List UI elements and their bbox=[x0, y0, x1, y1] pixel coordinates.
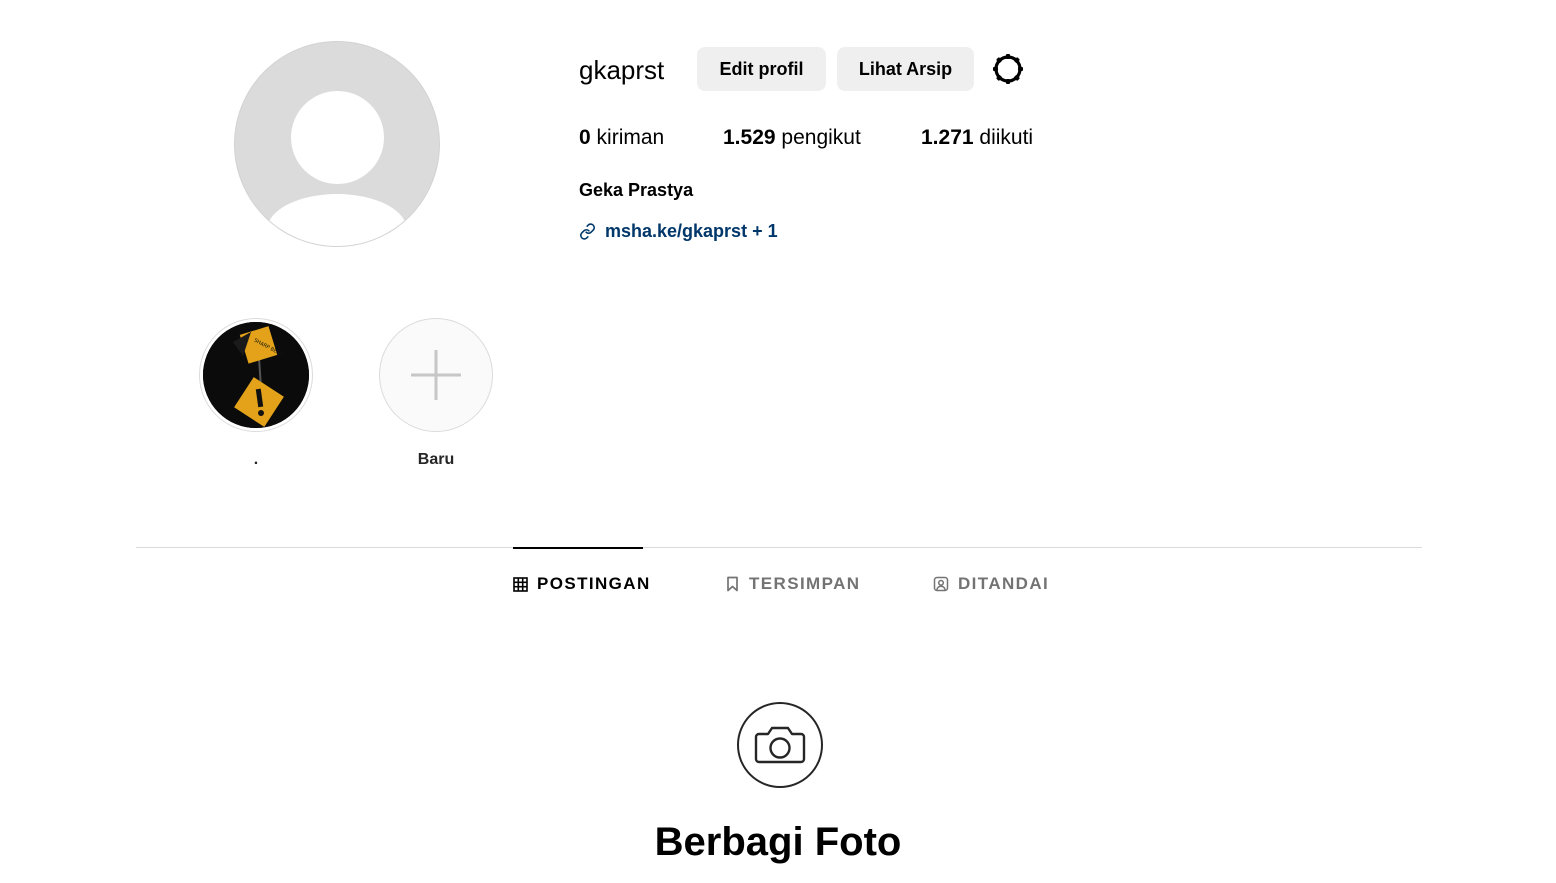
new-highlight-label: Baru bbox=[417, 451, 455, 468]
link-icon bbox=[580, 222, 595, 240]
active-tab-indicator bbox=[513, 547, 643, 549]
tab-tagged-label: DITANDAI bbox=[958, 574, 1050, 593]
tab-posts[interactable]: POSTINGAN bbox=[513, 572, 651, 596]
profile-link[interactable]: msha.ke/gkaprst + 1 bbox=[579, 218, 778, 244]
profile-link-text: msha.ke/gkaprst + 1 bbox=[605, 221, 778, 241]
edit-profile-button[interactable]: Edit profil bbox=[697, 47, 826, 91]
plus-icon bbox=[411, 350, 461, 400]
profile-username: gkaprst bbox=[579, 55, 665, 85]
story-highlight[interactable]: SHARP BEND bbox=[199, 318, 313, 432]
tab-tagged[interactable]: DITANDAI bbox=[933, 572, 1049, 596]
warning-signs-image: SHARP BEND bbox=[203, 322, 309, 428]
bookmark-icon bbox=[727, 576, 738, 592]
posts-label: kiriman bbox=[596, 126, 665, 149]
profile-avatar[interactable] bbox=[234, 41, 440, 247]
avatar-head-shape bbox=[291, 91, 384, 184]
empty-state-title: Berbagi Foto bbox=[654, 820, 902, 864]
profile-full-name: Geka Prastya bbox=[579, 180, 694, 200]
following-count: 1.271 bbox=[921, 126, 974, 149]
avatar-shoulders-shape bbox=[267, 194, 407, 246]
story-highlight-label: . bbox=[253, 451, 259, 468]
following-label: diikuti bbox=[979, 126, 1034, 149]
gear-icon[interactable] bbox=[990, 51, 1026, 87]
tab-saved[interactable]: TERSIMPAN bbox=[725, 572, 860, 596]
tab-posts-label: POSTINGAN bbox=[537, 574, 651, 593]
followers-label: pengikut bbox=[781, 126, 861, 149]
new-highlight-button[interactable] bbox=[379, 318, 493, 432]
view-archive-button[interactable]: Lihat Arsip bbox=[837, 47, 974, 91]
tab-saved-label: TERSIMPAN bbox=[749, 574, 861, 593]
tagged-user-icon bbox=[933, 576, 949, 592]
followers-stat[interactable]: 1.529 pengikut bbox=[723, 125, 861, 151]
following-stat[interactable]: 1.271 diikuti bbox=[921, 125, 1033, 151]
followers-count: 1.529 bbox=[723, 126, 776, 149]
tabs-divider bbox=[136, 547, 1422, 548]
grid-icon bbox=[513, 576, 528, 592]
posts-stat: 0 kiriman bbox=[579, 125, 664, 151]
camera-icon bbox=[737, 702, 823, 788]
posts-count: 0 bbox=[579, 126, 591, 149]
